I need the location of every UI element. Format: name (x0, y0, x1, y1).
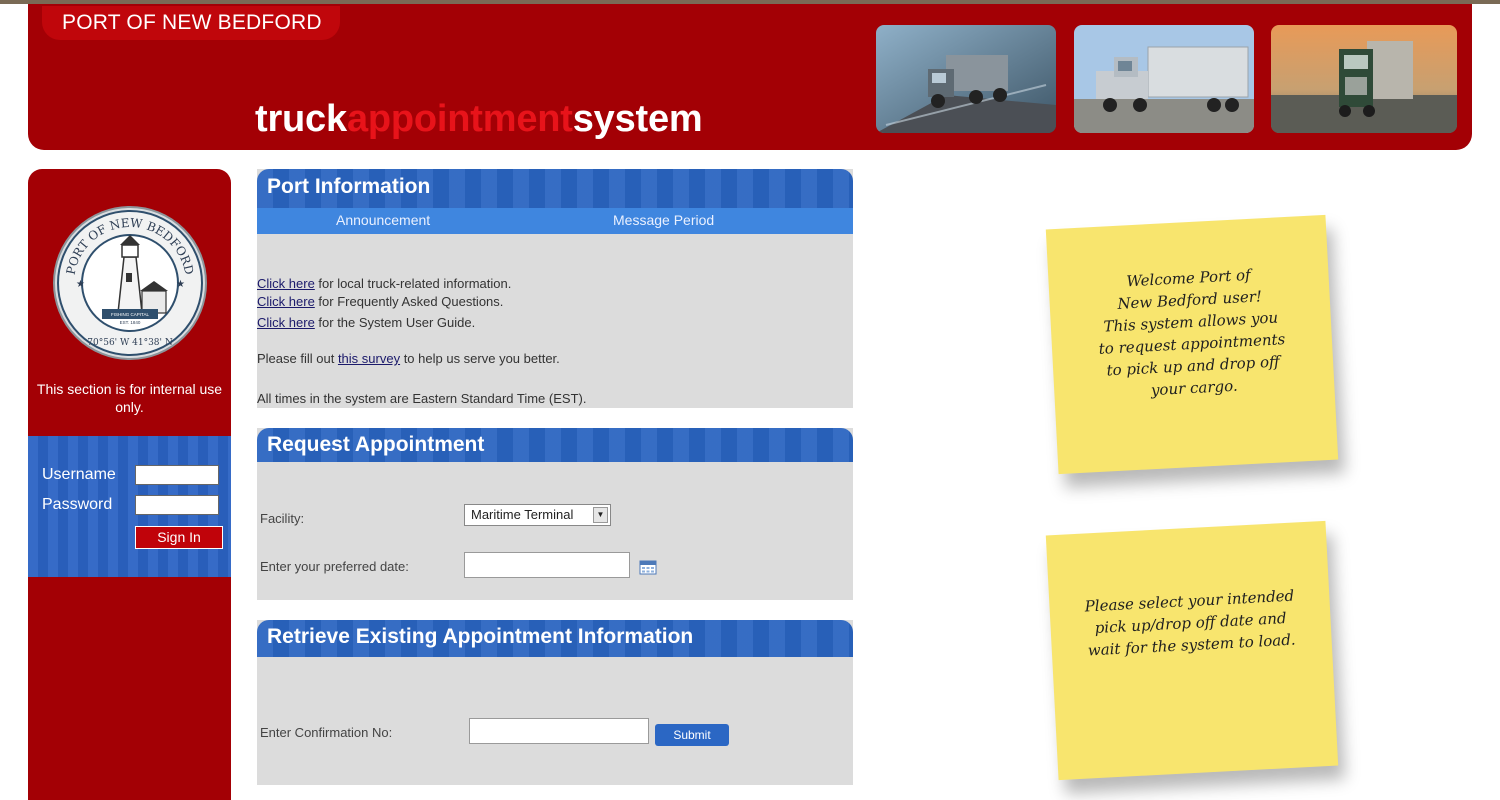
username-label: Username (42, 466, 116, 483)
port-name: PORT OF NEW BEDFORD (42, 6, 340, 40)
site-header: PORT OF NEW BEDFORD truckappointmentsyst… (28, 4, 1472, 150)
facility-selected-value: Maritime Terminal (471, 507, 574, 522)
truck-photo-1 (876, 25, 1056, 133)
truck-photo-3 (1271, 25, 1457, 133)
sign-in-button[interactable]: Sign In (135, 526, 223, 549)
port-information-header: Port Information Announcement Message Pe… (257, 169, 853, 234)
calendar-icon[interactable] (639, 559, 657, 575)
title-system: system (572, 98, 703, 140)
truck-photo-2 (1074, 25, 1254, 133)
svg-text:★: ★ (76, 279, 85, 290)
preferred-date-input[interactable] (464, 552, 630, 578)
retrieve-appointment-header: Retrieve Existing Appointment Informatio… (257, 620, 853, 657)
username-input[interactable] (135, 465, 219, 485)
facility-select[interactable]: Maritime Terminal ▼ (464, 504, 611, 526)
password-input[interactable] (135, 495, 219, 515)
request-appointment-title: Request Appointment (267, 433, 485, 456)
title-truck: truck (255, 98, 347, 140)
dropdown-arrow-icon[interactable]: ▼ (593, 507, 608, 523)
announcement-columns: Announcement Message Period (257, 208, 853, 234)
password-label: Password (42, 496, 113, 513)
confirmation-label: Enter Confirmation No: (260, 725, 393, 740)
login-panel: Username Password Sign In (28, 436, 231, 577)
preferred-date-label: Enter your preferred date: (260, 559, 409, 574)
announcement-column: Announcement (336, 212, 431, 228)
survey-line: Please fill out this survey to help us s… (257, 351, 560, 366)
title-appointment: appointment (346, 98, 573, 140)
seal-small-text-2: EST. 1840 (120, 320, 141, 325)
user-guide-line: Click here for the System User Guide. (257, 315, 476, 330)
retrieve-appointment-title: Retrieve Existing Appointment Informatio… (267, 625, 694, 648)
local-info-link[interactable]: Click here (257, 276, 315, 291)
internal-use-notice: This section is for internal use only. (36, 381, 223, 415)
user-guide-link[interactable]: Click here (257, 315, 315, 330)
welcome-note-text: Welcome Port of New Bedford user! This s… (1098, 265, 1286, 400)
request-appointment-panel: Request Appointment Facility: Maritime T… (257, 428, 853, 600)
faq-link[interactable]: Click here (257, 294, 315, 309)
svg-text:★: ★ (176, 279, 185, 290)
survey-link[interactable]: this survey (338, 351, 400, 366)
message-period-column: Message Period (613, 212, 715, 228)
seal-small-text-1: FISHING CAPITAL (111, 312, 149, 317)
timezone-note: All times in the system are Eastern Stan… (257, 391, 587, 406)
instructions-sticky-note: Please select your intended pick up/drop… (1045, 520, 1339, 781)
faq-line: Click here for Frequently Asked Question… (257, 294, 504, 309)
port-information-title: Port Information (267, 175, 431, 198)
request-appointment-header: Request Appointment (257, 428, 853, 462)
instructions-note-text: Please select your intended pick up/drop… (1084, 586, 1297, 660)
port-information-panel: Port Information Announcement Message Pe… (257, 169, 853, 408)
facility-label: Facility: (260, 511, 305, 526)
port-seal-logo: PORT OF NEW BEDFORD 70°56' W 41°38' N ★ … (52, 205, 208, 361)
site-title: truckappointmentsystem (255, 96, 703, 142)
welcome-sticky-note: Welcome Port of New Bedford user! This s… (1045, 214, 1339, 475)
retrieve-appointment-panel: Retrieve Existing Appointment Informatio… (257, 620, 853, 785)
submit-button[interactable]: Submit (655, 724, 729, 746)
local-info-line: Click here for local truck-related infor… (257, 276, 512, 291)
confirmation-number-input[interactable] (469, 718, 649, 744)
seal-bottom-text: 70°56' W 41°38' N (87, 338, 173, 348)
